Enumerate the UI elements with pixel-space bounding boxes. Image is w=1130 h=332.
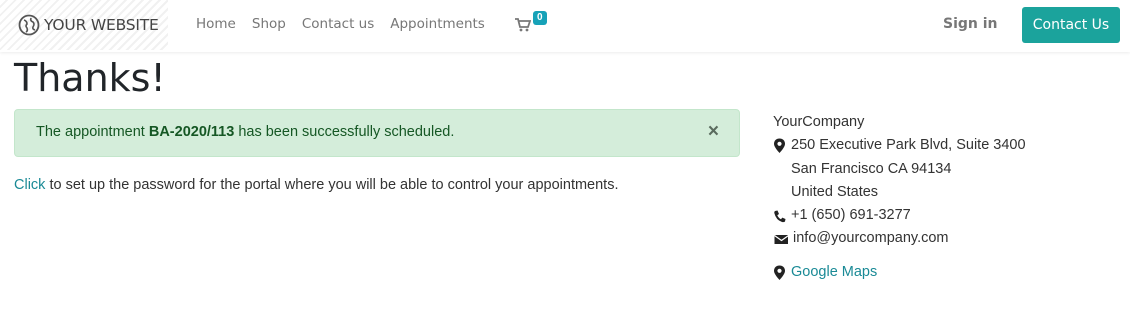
globe-icon (18, 14, 40, 36)
company-name: YourCompany (773, 114, 865, 130)
alert-suffix: has been successfully scheduled. (234, 124, 455, 140)
envelope-icon (774, 235, 788, 245)
nav-home[interactable]: Home (196, 16, 236, 32)
signin-link[interactable]: Sign in (943, 16, 998, 32)
google-maps-link[interactable]: Google Maps (791, 261, 877, 284)
contact-us-button[interactable]: Contact Us (1022, 7, 1120, 43)
company-address: YourCompany 250 Executive Park Blvd, Sui… (773, 111, 1026, 284)
success-alert: The appointment BA-2020/113 has been suc… (14, 109, 740, 157)
address-street-row: 250 Executive Park Blvd, Suite 3400 (773, 134, 1026, 157)
cart-count-badge: 0 (533, 11, 547, 25)
address-country: United States (791, 183, 879, 200)
nav-shop[interactable]: Shop (252, 16, 286, 32)
email-row: info@yourcompany.com (773, 227, 1026, 250)
main-nav: Home Shop Contact us Appointments (196, 16, 501, 32)
brand-name: YOUR WEBSITE (44, 16, 159, 34)
appointment-code: BA-2020/113 (148, 124, 235, 140)
nav-contact-us[interactable]: Contact us (302, 16, 374, 32)
cart-link[interactable]: 0 (515, 11, 547, 32)
page-title: Thanks! (14, 56, 166, 100)
map-marker-icon (774, 138, 785, 154)
map-marker-icon (774, 265, 785, 280)
cart-icon (515, 18, 531, 32)
company-phone: +1 (650) 691-3277 (791, 207, 911, 224)
phone-icon (774, 210, 786, 223)
portal-instructions: Click to set up the password for the por… (14, 177, 619, 193)
site-logo[interactable]: YOUR WEBSITE (0, 0, 168, 50)
navbar: YOUR WEBSITE Home Shop Contact us Appoin… (0, 0, 1130, 52)
address-city: San Francisco CA 94134 (791, 160, 952, 177)
portal-text: to set up the password for the portal wh… (45, 177, 619, 193)
company-email: info@yourcompany.com (793, 230, 949, 247)
phone-row: +1 (650) 691-3277 (773, 204, 1026, 227)
address-street: 250 Executive Park Blvd, Suite 3400 (791, 137, 1026, 154)
maps-row: Google Maps (773, 261, 1026, 284)
nav-appointments[interactable]: Appointments (390, 16, 485, 32)
portal-setup-link[interactable]: Click (14, 177, 45, 193)
close-icon[interactable]: × (708, 122, 719, 142)
alert-prefix: The appointment (36, 124, 149, 140)
alert-message: The appointment BA-2020/113 has been suc… (36, 124, 454, 140)
